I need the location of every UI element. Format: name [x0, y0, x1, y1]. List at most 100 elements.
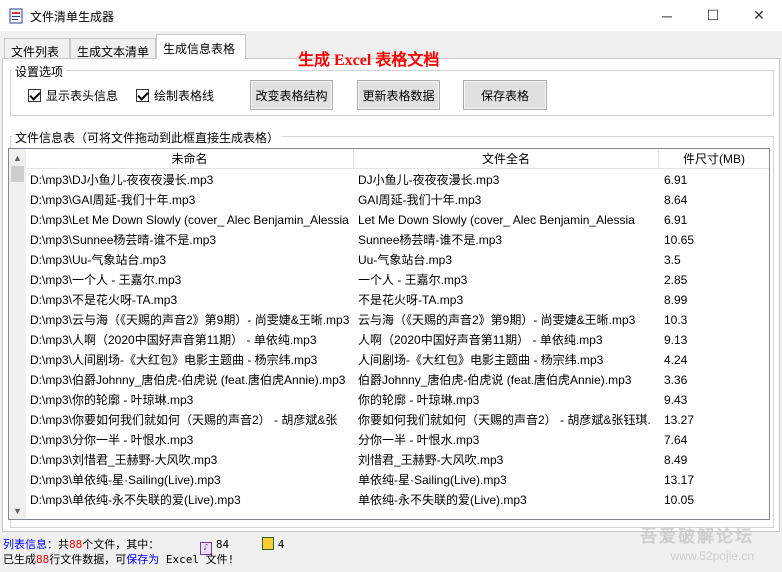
cell-path: D:\mp3\你要如何我们就如何（天赐的声音2） - 胡彦斌&张: [30, 413, 338, 427]
vertical-scrollbar[interactable]: ▲ ▼: [9, 149, 26, 519]
cell-size: 13.17: [664, 473, 695, 487]
cell-filename: 刘惜君_王赫野-大风吹.mp3: [358, 453, 504, 467]
generated-count: 88: [36, 553, 50, 566]
cell-size: 3.36: [664, 373, 688, 387]
table-row[interactable]: D:\mp3\伯爵Johnny_唐伯虎-伯虎说 (feat.唐伯虎Annie).…: [26, 370, 769, 390]
table-row[interactable]: D:\mp3\你的轮廓 - 叶琼琳.mp3 你的轮廓 - 叶琼琳.mp3 9.43: [26, 390, 769, 410]
table-row[interactable]: D:\mp3\刘惜君_王赫野-大风吹.mp3 刘惜君_王赫野-大风吹.mp3 8.4…: [26, 450, 769, 470]
column-header-size[interactable]: 件尺寸(MB): [659, 149, 769, 169]
headline: 生成 Excel 表格文档: [298, 52, 440, 69]
status-line-2: 已生成88行文件数据，可保存为 Excel 文件!: [3, 551, 234, 567]
status-text: 个文件，其中：: [82, 538, 160, 551]
cell-filename: 分你一半 - 叶恨水.mp3: [358, 433, 480, 447]
cell-size: 3.5: [664, 253, 681, 267]
watermark-url: www.52pojie.cn: [670, 549, 754, 563]
table-row[interactable]: D:\mp3\一个人 - 王嘉尔.mp3 一个人 - 王嘉尔.mp3 2.85: [26, 270, 769, 290]
cell-size: 13.27: [664, 413, 695, 427]
cell-path: D:\mp3\DJ小鱼儿-夜夜夜漫长.mp3: [30, 173, 214, 187]
cell-filename: 不是花火呀-TA.mp3: [358, 293, 464, 307]
table-row[interactable]: D:\mp3\DJ小鱼儿-夜夜夜漫长.mp3 DJ小鱼儿-夜夜夜漫长.mp3 6.9…: [26, 170, 769, 190]
cell-filename: 一个人 - 王嘉尔.mp3: [358, 273, 468, 287]
cell-filename: 人啊（2020中国好声音第11期） - 单依纯.mp3: [358, 333, 603, 347]
cell-path: D:\mp3\单依纯-永不失联的爱(Live).mp3: [30, 493, 241, 507]
cell-filename: 单依纯-永不失联的爱(Live).mp3: [358, 493, 527, 507]
table-row[interactable]: D:\mp3\Sunnee杨芸晴-谁不是.mp3 Sunnee杨芸晴-谁不是.mp…: [26, 230, 769, 250]
save-as-link[interactable]: 保存为: [126, 553, 159, 566]
tab-file-list[interactable]: 文件列表: [4, 38, 70, 59]
cell-filename: GAI周延-我们十年.mp3: [358, 193, 482, 207]
column-header-fullname[interactable]: 文件全名: [354, 149, 659, 169]
cell-size: 6.91: [664, 213, 688, 227]
status-label: 列表信息：: [3, 538, 58, 551]
file-info-legend: 文件信息表（可将文件拖动到此框直接生成表格）: [12, 129, 283, 146]
tab-info-table[interactable]: 生成信息表格: [156, 34, 246, 59]
file-info-table[interactable]: ▲ ▼ 未命名 文件全名 件尺寸(MB) D:\mp3\DJ小鱼儿-夜夜夜漫长.…: [8, 148, 770, 520]
show-header-label: 显示表头信息: [46, 89, 119, 103]
update-data-button[interactable]: 更新表格数据: [357, 80, 440, 110]
cell-size: 10.05: [664, 493, 695, 507]
table-header: 未命名 文件全名 件尺寸(MB): [26, 149, 769, 169]
cell-path: D:\mp3\Sunnee杨芸晴-谁不是.mp3: [30, 233, 217, 247]
status-text: 已生成: [3, 553, 36, 566]
cell-filename: 你要如何我们就如何（天赐的声音2） - 胡彦斌&张钰琪.: [358, 413, 651, 427]
table-row[interactable]: D:\mp3\单依纯-永不失联的爱(Live).mp3 单依纯-永不失联的爱(Li…: [26, 490, 769, 510]
checkbox-checked-icon[interactable]: [28, 89, 41, 102]
tab-text-list[interactable]: 生成文本清单: [70, 38, 156, 59]
cell-path: D:\mp3\一个人 - 王嘉尔.mp3: [30, 273, 182, 287]
cell-filename: Uu-气象站台.mp3: [358, 253, 453, 267]
table-row[interactable]: D:\mp3\分你一半 - 叶恨水.mp3 分你一半 - 叶恨水.mp3 7.64: [26, 430, 769, 450]
table-row[interactable]: D:\mp3\人啊（2020中国好声音第11期） - 单依纯.mp3 人啊（202…: [26, 330, 769, 350]
other-file-icon: [261, 537, 274, 550]
cell-path: D:\mp3\Uu-气象站台.mp3: [30, 253, 167, 267]
draw-gridlines-checkbox[interactable]: 绘制表格线: [136, 87, 214, 104]
table-row[interactable]: D:\mp3\你要如何我们就如何（天赐的声音2） - 胡彦斌&张 你要如何我们就如…: [26, 410, 769, 430]
cell-path: D:\mp3\GAI周延-我们十年.mp3: [30, 193, 196, 207]
table-row[interactable]: D:\mp3\Uu-气象站台.mp3 Uu-气象站台.mp3 3.5: [26, 250, 769, 270]
cell-size: 8.49: [664, 453, 688, 467]
status-text: 行文件数据，可: [49, 553, 127, 566]
cell-path: D:\mp3\分你一半 - 叶恨水.mp3: [30, 433, 194, 447]
cell-filename: 你的轮廓 - 叶琼琳.mp3: [358, 393, 480, 407]
cell-size: 6.91: [664, 173, 688, 187]
cell-path: D:\mp3\不是花火呀-TA.mp3: [30, 293, 178, 307]
scroll-thumb[interactable]: [11, 166, 24, 182]
change-structure-button[interactable]: 改变表格结构: [250, 80, 333, 110]
cell-filename: 人间剧场-《大红包》电影主题曲 - 杨宗纬.mp3: [358, 353, 604, 367]
column-header-unnamed[interactable]: 未命名: [26, 149, 354, 169]
minimize-button[interactable]: ─: [644, 0, 690, 31]
table-row[interactable]: D:\mp3\不是花火呀-TA.mp3 不是花火呀-TA.mp3 8.99: [26, 290, 769, 310]
show-header-checkbox[interactable]: 显示表头信息: [28, 87, 118, 104]
table-row[interactable]: D:\mp3\人间剧场-《大红包》电影主题曲 - 杨宗纬.mp3 人间剧场-《大红…: [26, 350, 769, 370]
cell-path: D:\mp3\单依纯-星·Sailing(Live).mp3: [30, 473, 221, 487]
cell-path: D:\mp3\人间剧场-《大红包》电影主题曲 - 杨宗纬.mp3: [30, 353, 318, 367]
maximize-button[interactable]: ☐: [690, 0, 736, 31]
cell-filename: DJ小鱼儿-夜夜夜漫长.mp3: [358, 173, 500, 187]
music-count: 84: [215, 538, 230, 551]
save-table-button[interactable]: 保存表格: [463, 80, 547, 110]
close-button[interactable]: ✕: [736, 0, 782, 31]
watermark-title: 吾爱破解论坛: [640, 527, 754, 546]
app-icon: [9, 8, 23, 24]
cell-size: 9.43: [664, 393, 688, 407]
cell-filename: 伯爵Johnny_唐伯虎-伯虎说 (feat.唐伯虎Annie).mp3: [358, 373, 632, 387]
cell-size: 2.85: [664, 273, 688, 287]
scroll-down-icon[interactable]: ▼: [9, 502, 26, 519]
cell-size: 9.13: [664, 333, 688, 347]
cell-size: 4.24: [664, 353, 688, 367]
cell-filename: 单依纯-星·Sailing(Live).mp3: [358, 473, 507, 487]
status-text: Excel 文件!: [159, 553, 235, 566]
table-row[interactable]: D:\mp3\GAI周延-我们十年.mp3 GAI周延-我们十年.mp3 8.64: [26, 190, 769, 210]
scroll-up-icon[interactable]: ▲: [9, 149, 26, 166]
settings-legend: 设置选项: [12, 63, 67, 80]
title-bar: 文件清单生成器 ─ ☐ ✕: [0, 0, 782, 31]
draw-gridlines-label: 绘制表格线: [154, 89, 215, 103]
table-row[interactable]: D:\mp3\单依纯-星·Sailing(Live).mp3 单依纯-星·Sail…: [26, 470, 769, 490]
checkbox-checked-icon[interactable]: [136, 89, 149, 102]
cell-size: 8.99: [664, 293, 688, 307]
cell-path: D:\mp3\云与海（《天赐的声音2》第9期）- 尚雯婕&王晰.mp3: [30, 313, 350, 327]
cell-path: D:\mp3\你的轮廓 - 叶琼琳.mp3: [30, 393, 194, 407]
cell-size: 10.65: [664, 233, 695, 247]
table-row[interactable]: D:\mp3\Let Me Down Slowly (cover_ Alec B…: [26, 210, 769, 230]
watermark: 吾爱破解论坛 www.52pojie.cn: [640, 522, 754, 563]
table-row[interactable]: D:\mp3\云与海（《天赐的声音2》第9期）- 尚雯婕&王晰.mp3 云与海（《…: [26, 310, 769, 330]
